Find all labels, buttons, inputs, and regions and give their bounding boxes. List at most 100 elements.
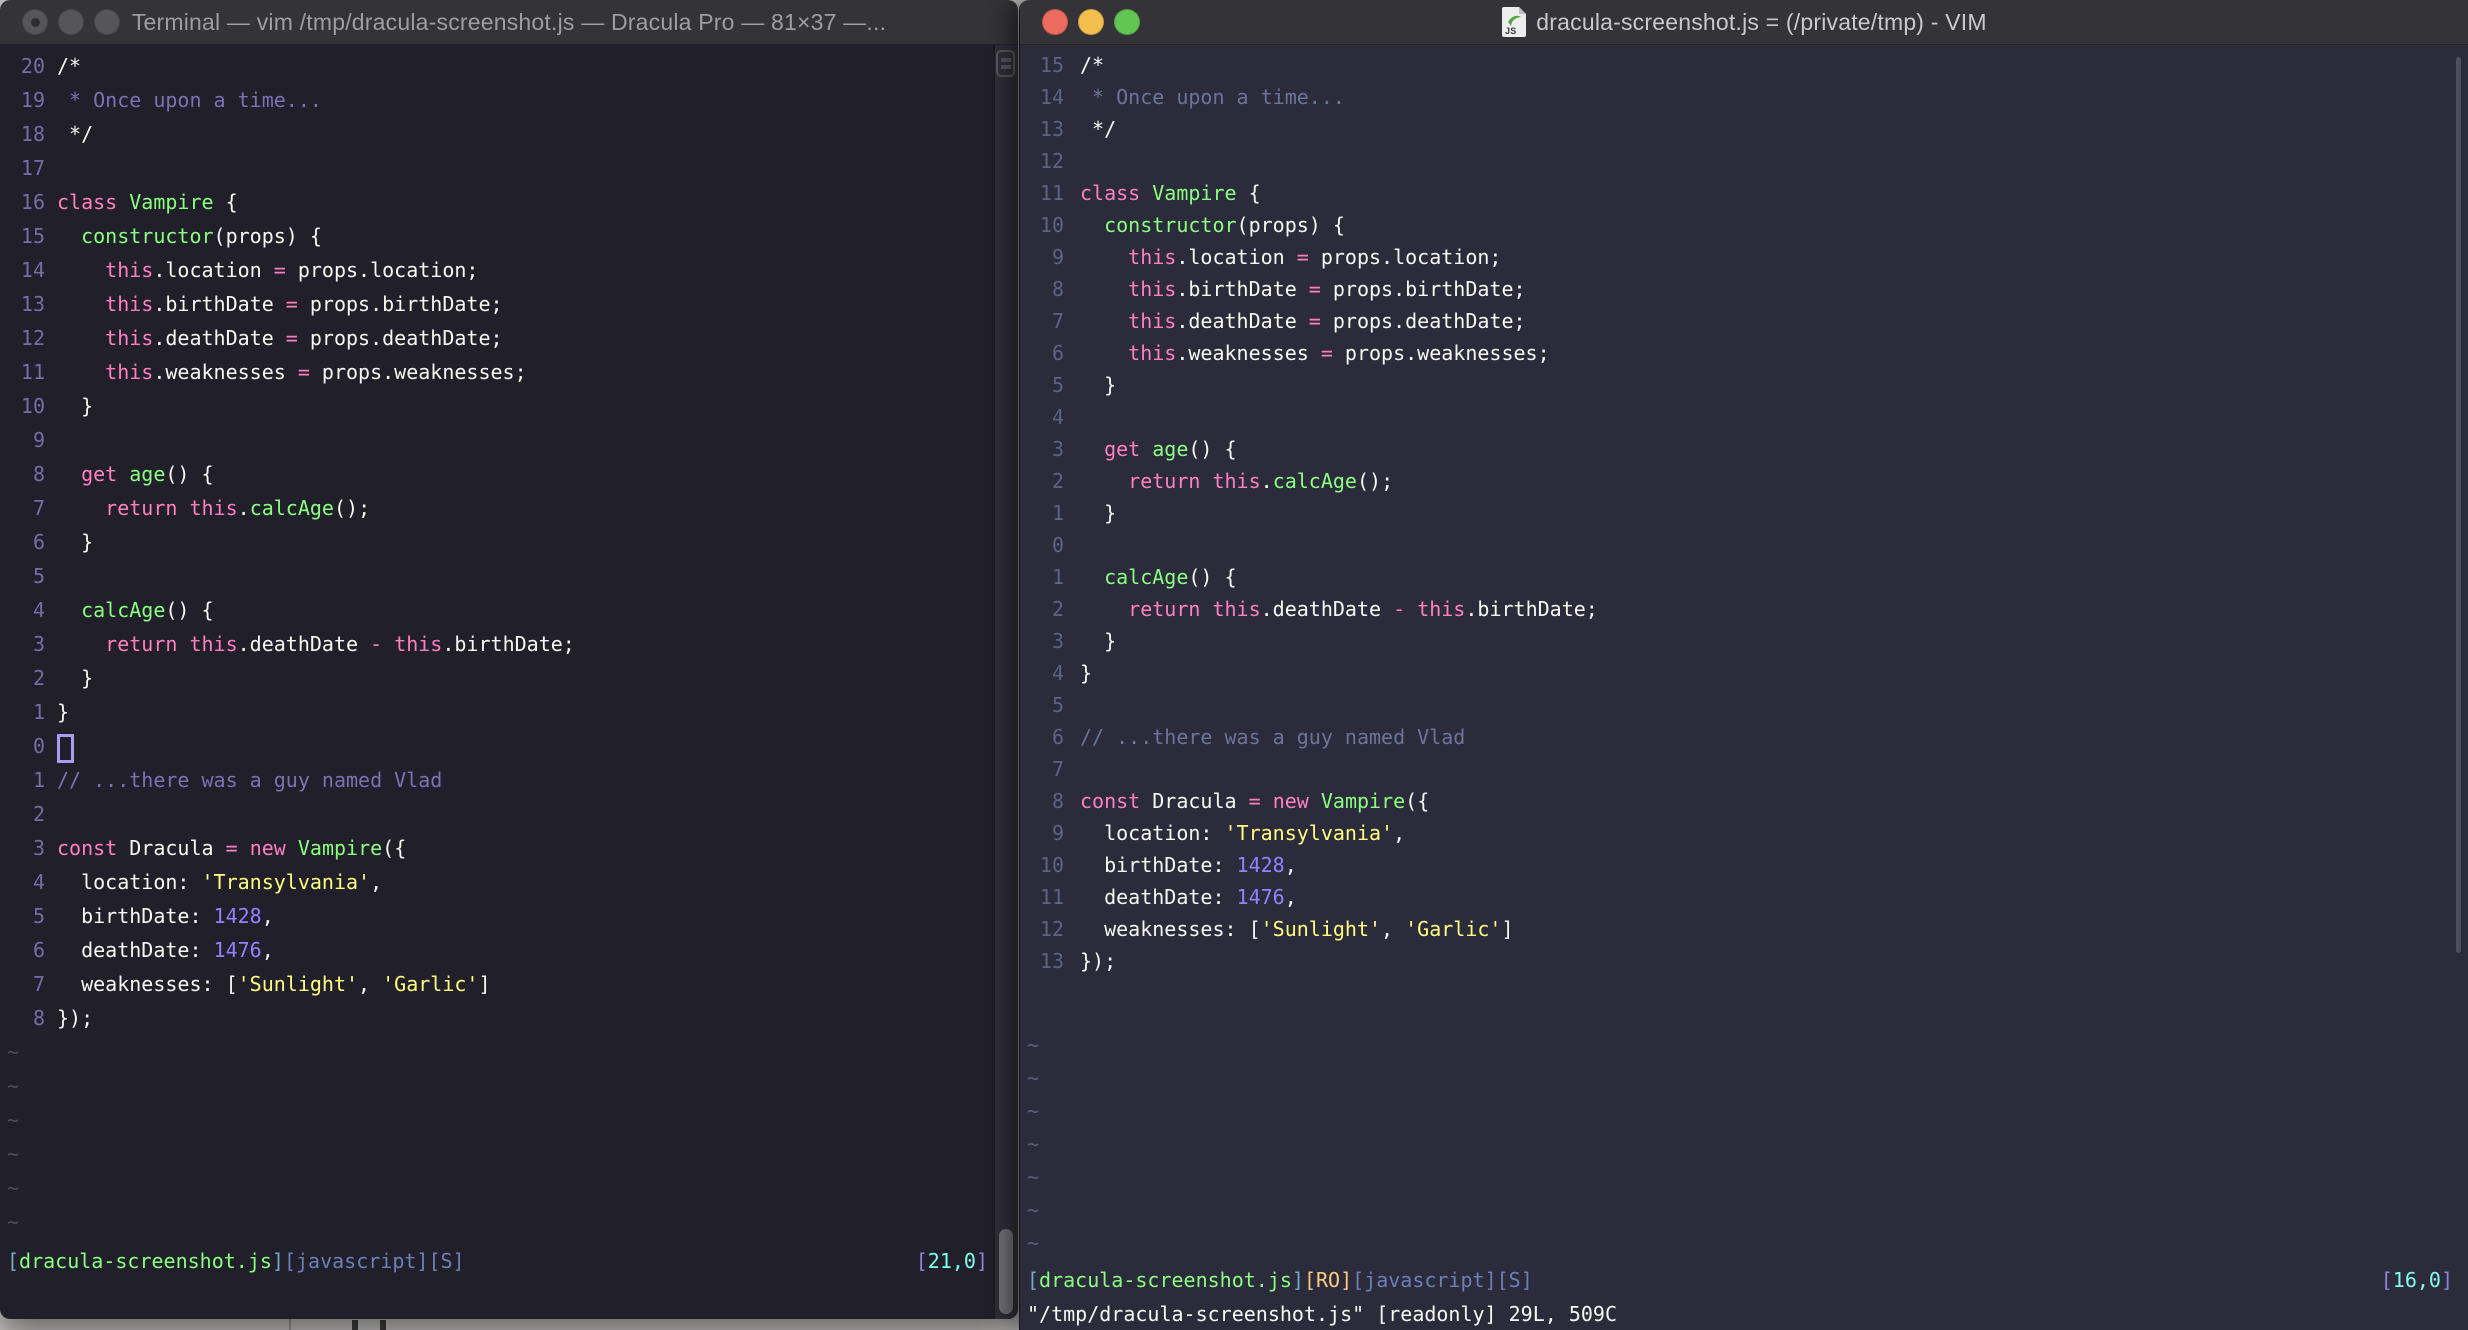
code-line[interactable]: 2: [0, 797, 1018, 831]
minimize-button[interactable]: [58, 9, 84, 35]
minimize-button[interactable]: [1078, 9, 1104, 35]
code-line[interactable]: 20 /*: [0, 49, 1018, 83]
code-line[interactable]: 15 constructor(props) {: [0, 219, 1018, 253]
code-line[interactable]: 13 */: [1020, 113, 2468, 145]
code-text: }: [57, 530, 94, 554]
code-line[interactable]: 1 // ...there was a guy named Vlad: [0, 763, 1018, 797]
code-line[interactable]: 4}: [1020, 657, 2468, 689]
code-line[interactable]: 7 return this.calcAge();: [0, 491, 1018, 525]
code-line[interactable]: 5 }: [1020, 369, 2468, 401]
line-number: 3: [1051, 629, 1064, 653]
code-line[interactable]: 7 weaknesses: ['Sunlight', 'Garlic']: [0, 967, 1018, 1001]
code-line[interactable]: 0: [1020, 529, 2468, 561]
code-line[interactable]: 8 this.birthDate = props.birthDate;: [1020, 273, 2468, 305]
code-line[interactable]: 13});: [1020, 945, 2468, 977]
line-number: 12: [1039, 149, 1064, 173]
code-line[interactable]: 12: [1020, 145, 2468, 177]
code-line[interactable]: 2 return this.calcAge();: [1020, 465, 2468, 497]
code-line[interactable]: 8});: [0, 1001, 1018, 1035]
code-line[interactable]: 1}: [0, 695, 1018, 729]
code-line[interactable]: 11 deathDate: 1476,: [1020, 881, 2468, 913]
code-line[interactable]: 15 /*: [1020, 49, 2468, 81]
code-line[interactable]: 6 }: [0, 525, 1018, 559]
line-number: 2: [32, 802, 45, 826]
line-number: 6: [1051, 725, 1064, 749]
line-number: 11: [1039, 181, 1064, 205]
terminal-titlebar[interactable]: Terminal — vim /tmp/dracula-screenshot.j…: [0, 0, 1018, 45]
code-line[interactable]: 3 const Dracula = new Vampire({: [0, 831, 1018, 865]
code-line[interactable]: 4 calcAge() {: [0, 593, 1018, 627]
window-title: Terminal — vim /tmp/dracula-screenshot.j…: [132, 9, 886, 36]
code-line[interactable]: 5: [0, 559, 1018, 593]
code-line[interactable]: 5 birthDate: 1428,: [0, 899, 1018, 933]
empty-buffer-region: ~ ~ ~ ~ ~ ~: [0, 1035, 1018, 1239]
close-button[interactable]: [1042, 9, 1068, 35]
code-line[interactable]: 1 }: [1020, 497, 2468, 529]
code-line[interactable]: 4: [1020, 401, 2468, 433]
code-line[interactable]: 10 constructor(props) {: [1020, 209, 2468, 241]
code-line[interactable]: 14 this.location = props.location;: [0, 253, 1018, 287]
code-line[interactable]: 10 }: [0, 389, 1018, 423]
code-line[interactable]: 13 this.birthDate = props.birthDate;: [0, 287, 1018, 321]
scrollbar-track[interactable]: [994, 45, 1018, 1319]
empty-buffer-tilde: ~: [1027, 1132, 1040, 1156]
code-line[interactable]: 3 get age() {: [1020, 433, 2468, 465]
code-line[interactable]: 18 */: [0, 117, 1018, 151]
line-number: 8: [1051, 789, 1064, 813]
scrollbar-thumb[interactable]: [2456, 57, 2461, 953]
code-text: weaknesses: ['Sunlight', 'Garlic']: [1080, 917, 1514, 941]
code-line[interactable]: 9: [0, 423, 1018, 457]
code-line[interactable]: 5: [1020, 689, 2468, 721]
code-line[interactable]: 3 return this.deathDate - this.birthDate…: [0, 627, 1018, 661]
close-button[interactable]: [22, 9, 48, 35]
code-line[interactable]: 9 this.location = props.location;: [1020, 241, 2468, 273]
code-line[interactable]: 7: [1020, 753, 2468, 785]
scrollbar-thumb[interactable]: [999, 1229, 1013, 1314]
code-buffer[interactable]: 20/* 19 * Once upon a time... 18 */17 16 cla…: [0, 45, 1018, 1035]
code-text: }: [1080, 661, 1093, 685]
window-title-text: dracula-screenshot.js = (/private/tmp) -…: [1536, 8, 1987, 35]
code-line[interactable]: 1 calcAge() {: [1020, 561, 2468, 593]
code-text: this.weaknesses = props.weaknesses;: [1128, 341, 1550, 365]
line-number: 7: [1051, 757, 1064, 781]
code-line[interactable]: 6 // ...there was a guy named Vlad: [1020, 721, 2468, 753]
code-text: const Dracula = new Vampire({: [57, 836, 407, 860]
line-number: 8: [32, 462, 45, 486]
line-number: 9: [1051, 245, 1064, 269]
code-text: const Dracula = new Vampire({: [1080, 789, 1430, 813]
code-line[interactable]: 11 this.weaknesses = props.weaknesses;: [0, 355, 1018, 389]
zoom-button[interactable]: [94, 9, 120, 35]
code-line[interactable]: 11 class Vampire {: [1020, 177, 2468, 209]
code-line[interactable]: 6 this.weaknesses = props.weaknesses;: [1020, 337, 2468, 369]
empty-buffer-tilde: ~: [7, 1142, 20, 1166]
code-line[interactable]: 8 const Dracula = new Vampire({: [1020, 785, 2468, 817]
line-number: 7: [1051, 309, 1064, 333]
code-line[interactable]: 19 * Once upon a time...: [0, 83, 1018, 117]
code-line[interactable]: 3 }: [1020, 625, 2468, 657]
code-line[interactable]: 16 class Vampire {: [0, 185, 1018, 219]
code-line[interactable]: 0: [0, 729, 1018, 763]
code-line[interactable]: 6 deathDate: 1476,: [0, 933, 1018, 967]
code-line[interactable]: 12 weaknesses: ['Sunlight', 'Garlic']: [1020, 913, 2468, 945]
code-buffer[interactable]: 15/* 14 * Once upon a time... 13 */ 12 11 cla…: [1020, 45, 2468, 977]
code-line[interactable]: 4 location: 'Transylvania',: [0, 865, 1018, 899]
traffic-lights: [22, 9, 120, 35]
empty-buffer-region: ~ ~ ~ ~ ~ ~ ~: [1020, 1029, 2468, 1260]
macvim-content[interactable]: 15/* 14 * Once upon a time... 13 */ 12 11 cla…: [1020, 45, 2468, 1330]
code-line[interactable]: 17: [0, 151, 1018, 185]
zoom-button[interactable]: [1114, 9, 1140, 35]
code-text: constructor(props) {: [81, 224, 322, 248]
code-line[interactable]: 12 this.deathDate = props.deathDate;: [0, 321, 1018, 355]
terminal-content[interactable]: 20/* 19 * Once upon a time... 18 */17 16 cla…: [0, 45, 1018, 1319]
code-line[interactable]: 10 birthDate: 1428,: [1020, 849, 2468, 881]
code-line[interactable]: 14 * Once upon a time...: [1020, 81, 2468, 113]
code-line[interactable]: 9 location: 'Transylvania',: [1020, 817, 2468, 849]
code-text: this.birthDate = props.birthDate;: [105, 292, 503, 316]
code-line[interactable]: 2 return this.deathDate - this.birthDate…: [1020, 593, 2468, 625]
code-text: [57, 729, 74, 763]
macvim-titlebar[interactable]: JS dracula-screenshot.js = (/private/tmp…: [1020, 0, 2468, 45]
code-line[interactable]: 2 }: [0, 661, 1018, 695]
code-line[interactable]: 7 this.deathDate = props.deathDate;: [1020, 305, 2468, 337]
code-line[interactable]: 8 get age() {: [0, 457, 1018, 491]
split-pane-icon[interactable]: [996, 50, 1015, 77]
